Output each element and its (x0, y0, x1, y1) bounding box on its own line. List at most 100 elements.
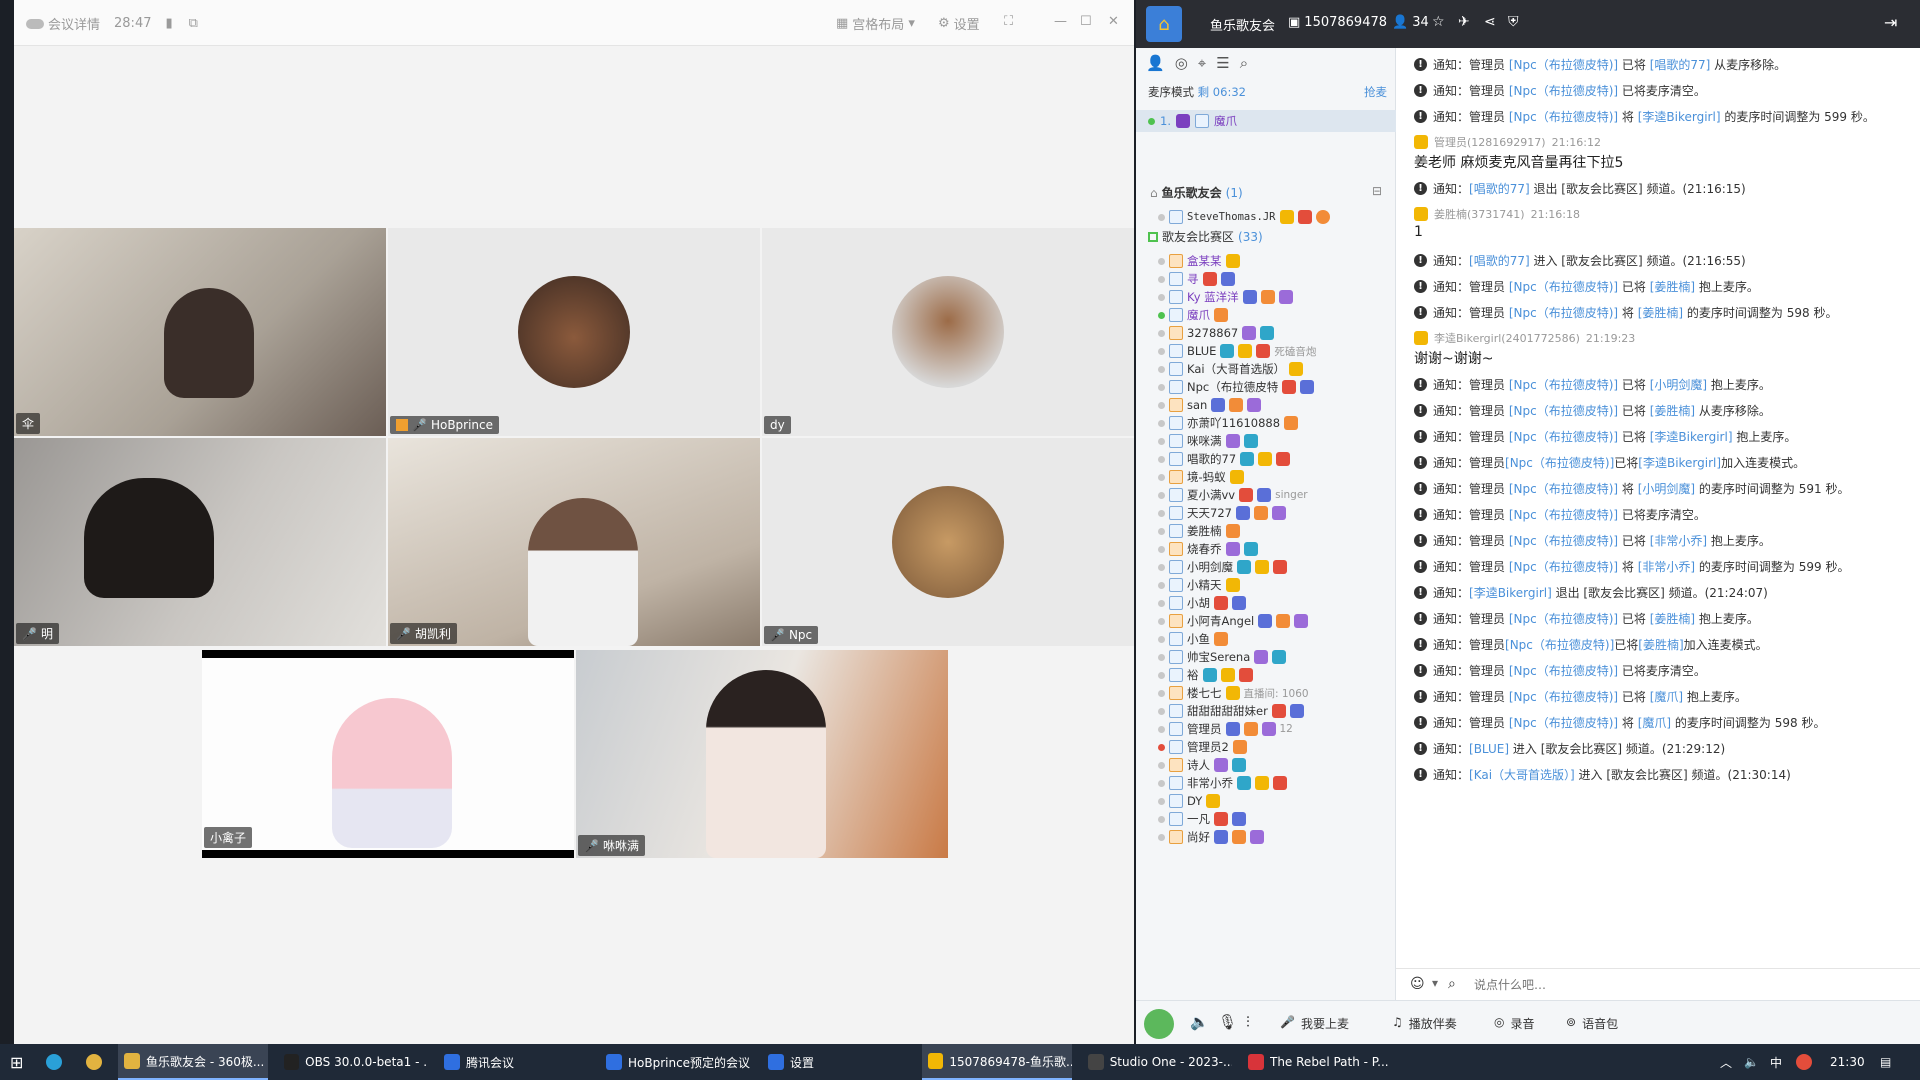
user-link[interactable]: [李逵Bikergirl] (1469, 586, 1552, 600)
share-icon[interactable]: ⧉ (189, 16, 198, 31)
tray-app-icon[interactable] (1796, 1044, 1812, 1080)
user-link[interactable]: [李逵Bikergirl] (1650, 430, 1733, 444)
video-tile[interactable]: 🎤 Npc (762, 438, 1134, 646)
game-icon[interactable]: ◎ (1175, 54, 1188, 72)
user-link[interactable]: [唱歌的77] (1469, 254, 1530, 268)
ime-indicator[interactable]: 中 (1770, 1044, 1782, 1080)
user-link[interactable]: [唱歌的77] (1469, 182, 1530, 196)
user-link[interactable]: [姜胜楠] (1638, 638, 1683, 652)
avatar[interactable] (1144, 1009, 1174, 1039)
list-icon[interactable]: ☰ (1216, 54, 1229, 72)
video-tile[interactable]: 伞 (14, 228, 386, 436)
user-link[interactable]: [Npc（布拉德皮特)] (1509, 110, 1618, 124)
taskbar-item[interactable]: HoBprince预定的会议 (600, 1044, 750, 1080)
user-link[interactable]: [Npc（布拉德皮特)] (1505, 638, 1614, 652)
user-link[interactable]: [魔爪] (1650, 690, 1683, 704)
user-link[interactable]: [Npc（布拉德皮特)] (1509, 482, 1618, 496)
close-icon[interactable]: ✕ (1108, 14, 1119, 29)
user-link[interactable]: [李逵Bikergirl] (1638, 456, 1721, 470)
video-tile[interactable]: 🎤 胡凯利 (388, 438, 760, 646)
queue-item[interactable]: 1. 魔爪 (1136, 110, 1396, 132)
taskbar-item[interactable]: The Rebel Path - P... (1242, 1044, 1392, 1080)
user-link[interactable]: [非常小乔] (1650, 534, 1707, 548)
user-link[interactable]: [Npc（布拉德皮特)] (1509, 534, 1618, 548)
sub-channel[interactable]: 歌友会比赛区 (33) (1148, 228, 1263, 245)
chevron-down-icon[interactable]: ▾ (1432, 976, 1438, 990)
taskbar-item[interactable]: 设置 (762, 1044, 912, 1080)
video-tile[interactable]: 🎤 HoBprince (388, 228, 760, 436)
voice-pack-button[interactable]: ⊚ 语音包 (1566, 1015, 1618, 1032)
user-link[interactable]: [BLUE] (1469, 742, 1509, 756)
user-link[interactable]: [Npc（布拉德皮特)] (1509, 58, 1618, 72)
windows-start-icon[interactable]: ⊞ (10, 1044, 23, 1080)
user-row[interactable]: 尚好 (1158, 826, 1264, 848)
user-link[interactable]: [Npc（布拉德皮特)] (1505, 456, 1614, 470)
user-link[interactable]: [姜胜楠] (1650, 280, 1695, 294)
user-link[interactable]: [姜胜楠] (1638, 306, 1683, 320)
taskbar-item[interactable]: 1507869478-鱼乐歌... (922, 1044, 1072, 1080)
microphone-icon[interactable]: 🎙 (1218, 1013, 1237, 1031)
user-link[interactable]: [Npc（布拉德皮特)] (1509, 560, 1618, 574)
channel-root[interactable]: ⌂ 鱼乐歌友会 (1) (1150, 184, 1243, 201)
message-sender[interactable]: 姜胜楠(3731741) (1434, 206, 1525, 222)
user-link[interactable]: [姜胜楠] (1650, 612, 1695, 626)
video-tile[interactable]: 小禽子 (202, 650, 574, 858)
layout-button[interactable]: ▦ 宫格布局 ▾ (836, 14, 915, 33)
online-count[interactable]: 👤 34 (1392, 15, 1429, 30)
speaker-icon[interactable]: 🔈 (1190, 1013, 1209, 1031)
taskbar-item[interactable]: 鱼乐歌友会 - 360极... (118, 1044, 268, 1080)
plane-icon[interactable]: ✈ (1458, 14, 1470, 30)
video-tile[interactable]: 🎤 咻咻满 (576, 650, 948, 858)
taskbar-item[interactable]: OBS 30.0.0-beta1 - ... (278, 1044, 428, 1080)
user-link[interactable]: [Npc（布拉德皮特)] (1509, 716, 1618, 730)
user-link[interactable]: [Npc（布拉德皮特)] (1509, 612, 1618, 626)
user-link[interactable]: [Npc（布拉德皮特)] (1509, 430, 1618, 444)
shield-icon[interactable]: ⛨ (1508, 14, 1519, 30)
search-icon[interactable]: ⌕ (1240, 54, 1248, 72)
star-icon[interactable]: ☆ (1432, 14, 1445, 30)
user-link[interactable]: [Npc（布拉德皮特)] (1509, 280, 1618, 294)
user-link[interactable]: [Npc（布拉德皮特)] (1509, 508, 1618, 522)
user-link[interactable]: [Kai（大哥首选版）] (1469, 768, 1575, 782)
equalizer-icon[interactable]: ⫶ (1246, 1013, 1250, 1031)
collapse-icon[interactable]: ⊟ (1372, 184, 1382, 198)
message-sender[interactable]: 李逵Bikergirl(2401772586) (1434, 330, 1580, 346)
grab-mic-link[interactable]: 抢麦 (1364, 84, 1387, 100)
share-icon[interactable]: ⋖ (1484, 14, 1496, 30)
user-link[interactable]: [Npc（布拉德皮特)] (1509, 404, 1618, 418)
edge-icon[interactable] (46, 1044, 62, 1080)
user-link[interactable]: [魔爪] (1638, 716, 1671, 730)
user-icon[interactable]: 👤 (1146, 54, 1165, 72)
volume-icon[interactable]: 🔈 (1744, 1044, 1759, 1080)
user-link[interactable]: [小明剑魔] (1650, 378, 1707, 392)
video-tile[interactable]: dy (762, 228, 1134, 436)
fullscreen-icon[interactable]: ⛶ (1004, 14, 1013, 29)
user-link[interactable]: [Npc（布拉德皮特)] (1509, 690, 1618, 704)
video-tile[interactable]: 🎤 明 (14, 438, 386, 646)
exit-icon[interactable]: ⇥ (1884, 13, 1897, 32)
search-icon[interactable]: ⌕ (1448, 976, 1456, 992)
user-link[interactable]: [Npc（布拉德皮特)] (1509, 664, 1618, 678)
user-link[interactable]: [姜胜楠] (1650, 404, 1695, 418)
chat-input[interactable] (1472, 973, 1902, 997)
meeting-info[interactable]: 会议详情 28:47 ▮ ⧉ (26, 14, 198, 33)
emoji-icon[interactable]: ☺ (1410, 976, 1425, 992)
message-sender[interactable]: 管理员(1281692917) (1434, 134, 1546, 150)
location-icon[interactable]: ⌖ (1198, 54, 1206, 72)
minimize-icon[interactable]: — (1054, 14, 1067, 29)
taskbar-item[interactable]: Studio One - 2023-... (1082, 1044, 1232, 1080)
tray-chevron-icon[interactable]: ︿ (1720, 1044, 1732, 1080)
maximize-icon[interactable]: ☐ (1080, 14, 1092, 29)
clock[interactable]: 21:30 (1830, 1044, 1865, 1080)
taskbar-item[interactable]: 腾讯会议 (438, 1044, 588, 1080)
user-link[interactable]: [小明剑魔] (1638, 482, 1695, 496)
meeting-settings-button[interactable]: ⚙ 设置 (938, 14, 980, 33)
record-button[interactable]: ◎ 录音 (1494, 1015, 1535, 1032)
user-link[interactable]: [李逵Bikergirl] (1638, 110, 1721, 124)
user-link[interactable]: [非常小乔] (1638, 560, 1695, 574)
user-link[interactable]: [唱歌的77] (1650, 58, 1711, 72)
room-id[interactable]: ▣ 1507869478 (1288, 15, 1387, 30)
user-link[interactable]: [Npc（布拉德皮特)] (1509, 84, 1618, 98)
chrome-icon[interactable] (86, 1044, 102, 1080)
home-icon[interactable]: ⌂ (1146, 6, 1182, 42)
